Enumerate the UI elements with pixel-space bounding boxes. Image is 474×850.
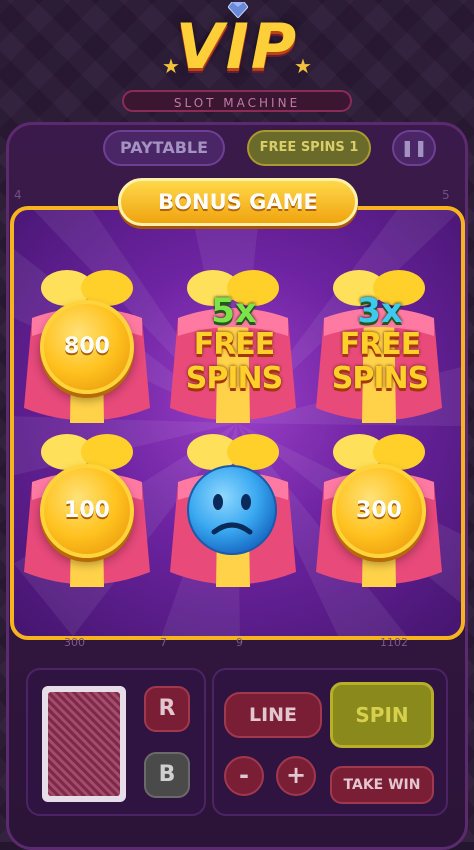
line-label: 1102 [380,636,408,649]
bonus-pick-gift[interactable]: 5x FREE SPINS [158,258,308,438]
logo: VIP ★ ★ SLOT MACHINE [0,0,474,120]
pause-icon: ❚❚ [400,138,428,157]
free-spins-counter: FREE SPINS 1 [247,130,371,166]
take-win-button[interactable]: TAKE WIN [330,766,434,804]
free-spins-label: SPINS [331,361,429,396]
line-label: 300 [64,636,85,649]
spin-button[interactable]: SPIN [330,682,434,748]
pause-button[interactable]: ❚❚ [392,130,436,166]
logo-subtitle: SLOT MACHINE [122,90,352,112]
free-spins-multiplier: 5x [211,291,257,331]
line-number-left: 4 [14,188,22,202]
coin-prize: 300 [332,464,426,558]
black-choice-button[interactable]: B [144,752,190,798]
line-button[interactable]: LINE [224,692,322,738]
bonus-pick-gift[interactable] [158,422,308,602]
free-spins-label: FREE [193,327,276,362]
coin-prize: 800 [40,300,134,394]
free-spins-prize: 5x FREE SPINS [164,294,304,396]
sad-face-icon [187,465,277,555]
bonus-pick-gift[interactable]: 3x FREE SPINS [304,258,454,438]
bonus-pick-gift[interactable]: 100 [12,422,162,602]
line-label: 7 [160,636,167,649]
bonus-pick-gift[interactable]: 300 [304,422,454,602]
gamble-card[interactable] [42,686,126,802]
line-number-right: 5 [442,188,450,202]
decrease-bet-button[interactable]: - [224,756,264,796]
red-choice-button[interactable]: R [144,686,190,732]
star-icon: ★ [294,54,312,78]
free-spins-multiplier: 3x [357,291,403,331]
card-back-pattern [48,692,120,796]
free-spins-label: SPINS [185,361,283,396]
free-spins-prize: 3x FREE SPINS [310,294,450,396]
bonus-pick-gift[interactable]: 800 [12,258,162,438]
star-icon: ★ [162,54,180,78]
line-label: 9 [236,636,243,649]
paytable-button[interactable]: PAYTABLE [103,130,225,166]
logo-vip-text: VIP [175,10,299,83]
increase-bet-button[interactable]: + [276,756,316,796]
free-spins-label: FREE [339,327,422,362]
coin-prize: 100 [40,464,134,558]
bonus-game-title: BONUS GAME [118,178,358,226]
